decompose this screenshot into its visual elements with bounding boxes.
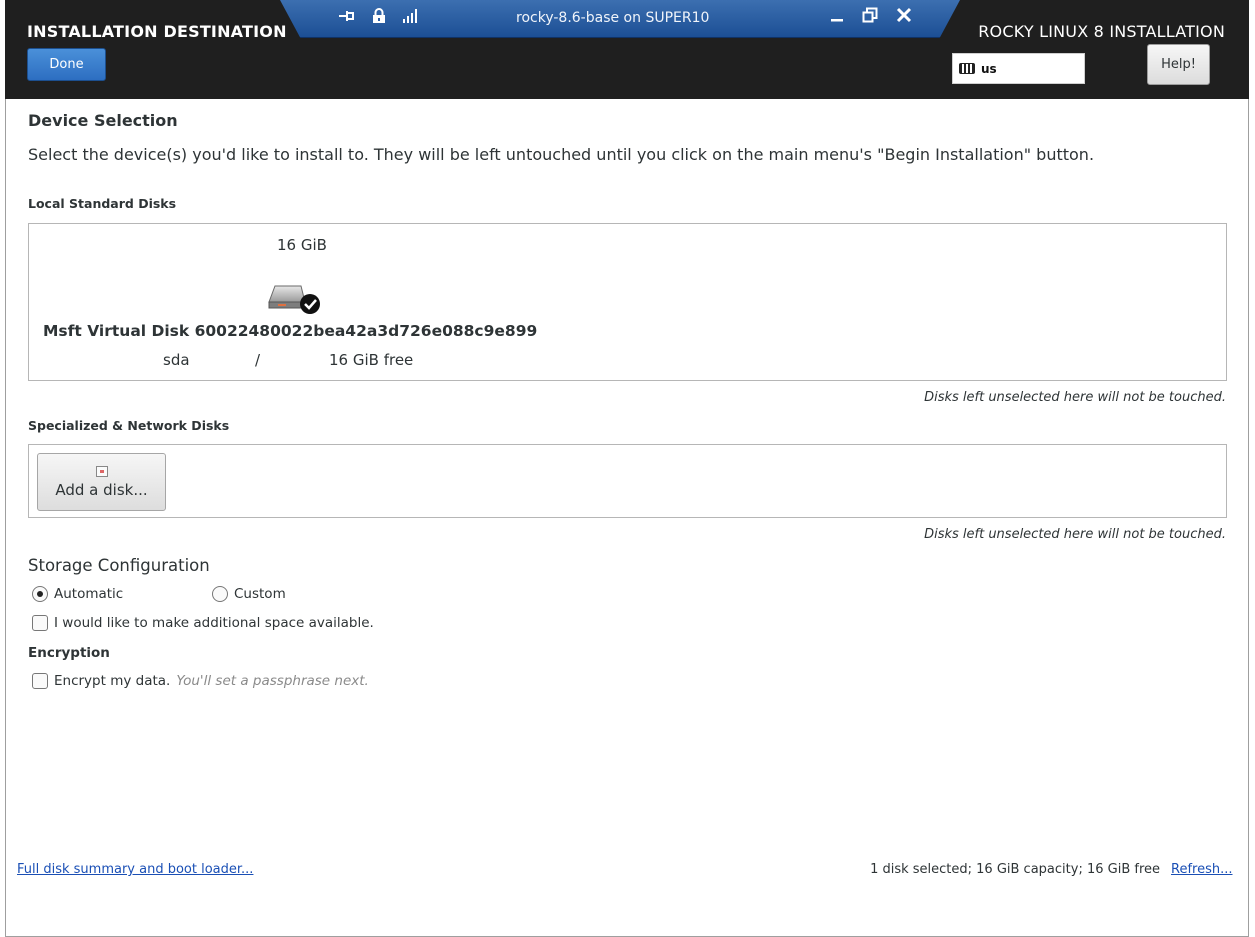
radio-selected-icon[interactable] [32, 586, 48, 602]
radio-unselected-icon[interactable] [212, 586, 228, 602]
keyboard-icon [959, 63, 975, 74]
network-disks-panel: Add a disk... [28, 444, 1227, 518]
encryption-heading: Encryption [28, 645, 110, 661]
pin-icon[interactable] [338, 9, 356, 23]
add-disk-label: Add a disk... [55, 480, 148, 499]
checkbox-unchecked-icon[interactable] [32, 673, 48, 689]
product-title: ROCKY LINUX 8 INSTALLATION [978, 22, 1225, 41]
full-disk-summary-link[interactable]: Full disk summary and boot loader... [17, 862, 253, 877]
disk-name: Msft Virtual Disk 60022480022bea42a3d726… [43, 322, 538, 340]
network-disks-note: Disks left unselected here will not be t… [924, 527, 1226, 542]
page-title: INSTALLATION DESTINATION [27, 22, 287, 41]
network-disks-label: Specialized & Network Disks [28, 418, 230, 433]
remote-session-title: rocky-8.6-base on SUPER10 [516, 10, 710, 26]
disk-size: 16 GiB [277, 236, 327, 254]
local-disks-panel: 16 GiB Msft Virtual Disk 60022480022bea4… [28, 223, 1227, 381]
custom-radio[interactable]: Custom [212, 586, 286, 602]
encrypt-hint: You'll set a passphrase next. [176, 673, 369, 689]
help-button[interactable]: Help! [1147, 44, 1210, 85]
hard-disk-icon [265, 276, 325, 320]
encrypt-label: Encrypt my data. [54, 673, 171, 689]
local-disks-label: Local Standard Disks [28, 196, 177, 211]
refresh-link[interactable]: Refresh... [1171, 862, 1233, 877]
additional-space-checkbox[interactable]: I would like to make additional space av… [32, 615, 374, 631]
disk-selection-status: 1 disk selected; 16 GiB capacity; 16 GiB… [870, 862, 1160, 877]
close-icon[interactable] [896, 7, 912, 27]
minimize-icon[interactable] [830, 7, 844, 27]
main-content: Device Selection Select the device(s) yo… [5, 99, 1249, 937]
encrypt-checkbox[interactable]: Encrypt my data. You'll set a passphrase… [32, 673, 369, 689]
disk-device: sda [163, 351, 190, 369]
lock-icon[interactable] [372, 8, 386, 24]
custom-label: Custom [234, 586, 286, 602]
disk-mount: / [255, 351, 261, 369]
remote-connection-bar: rocky-8.6-base on SUPER10 [280, 0, 960, 38]
device-selection-heading: Device Selection [28, 111, 178, 130]
keyboard-layout-indicator[interactable]: us [952, 53, 1085, 84]
disk-free-space: 16 GiB free [329, 351, 414, 369]
local-disks-note: Disks left unselected here will not be t… [924, 390, 1226, 405]
device-selection-description: Select the device(s) you'd like to insta… [28, 145, 1095, 164]
add-disk-icon [95, 465, 108, 477]
done-button[interactable]: Done [27, 48, 106, 81]
keyboard-layout-label: us [981, 61, 997, 76]
restore-icon[interactable] [862, 7, 878, 27]
checkbox-unchecked-icon[interactable] [32, 615, 48, 631]
storage-configuration-heading: Storage Configuration [28, 556, 210, 575]
signal-icon[interactable] [402, 8, 418, 24]
add-disk-button[interactable]: Add a disk... [37, 453, 166, 511]
automatic-label: Automatic [54, 586, 124, 602]
automatic-radio[interactable]: Automatic [32, 586, 123, 602]
additional-space-label: I would like to make additional space av… [54, 615, 374, 631]
